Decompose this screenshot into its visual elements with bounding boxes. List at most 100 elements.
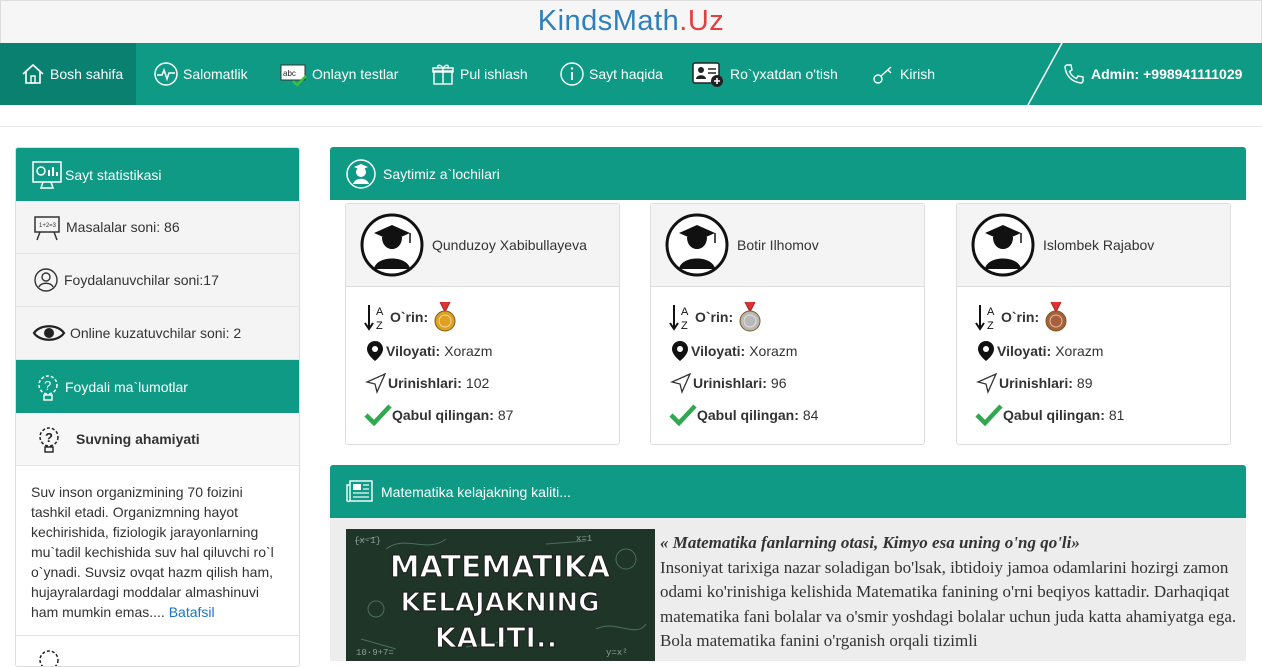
svg-text:10·9+7=: 10·9+7= [356,648,394,658]
article-panel-header[interactable]: Matematika kelajakning kaliti... [330,465,1246,518]
student-rank: AZ O`rin: [669,300,763,334]
divider-slash [1027,43,1063,105]
chalkboard-art: {x-1} x=1 y=x² 10·9+7= MATEMATIKA KELAJAKNI… [346,529,655,661]
student-name: Qunduzoy Xabibullayeva [432,237,587,253]
stats-header: Sayt statistikasi [16,148,299,201]
student-attempts: Urinishlari: 102 [364,371,489,395]
graduate-avatar-icon [360,213,424,277]
sort-az-icon: AZ [364,305,384,332]
read-more-link[interactable]: Batafsil [169,604,215,620]
nav-item-login[interactable]: Kirish [870,43,935,105]
site-logo[interactable]: KindsMath.Uz [1,1,1261,41]
test-checklist-icon: abc [280,64,307,87]
nav-label: Salomatlik [183,66,248,82]
student-region: Viloyati: Xorazm [364,339,492,363]
accepted-label: Qabul qilingan: [392,407,494,423]
divider [0,126,1262,127]
main-nav: Bosh sahifa Salomatlik abc Onlayn testla… [0,43,1262,105]
stats-title: Sayt statistikasi [65,166,162,183]
article-excerpt: Suv inson organizmining 70 foizini tashk… [16,466,299,636]
attempts-value: 102 [465,375,490,391]
image-line-2: KELAJAKNING [400,588,599,618]
accepted-value: 87 [497,407,514,423]
article-header[interactable]: ? Suvning ahamiyati [16,413,299,466]
map-pin-icon [367,341,383,361]
stat-problems: 1+2=3 Masalalar soni: 86 [16,201,299,254]
svg-text:Z: Z [987,320,994,332]
checkmark-icon [669,404,697,427]
stat-online: Online kuzatuvchilar soni: 2 [16,307,299,360]
region-value: Xorazm [749,343,798,359]
logo-bar: KindsMath.Uz [0,0,1262,43]
article-intro: « Matematika fanlarning otasi, Kimyo esa… [660,531,1240,654]
student-card[interactable]: Islombek Rajabov AZ O`rin: Viloyati: Xor… [956,203,1231,445]
attempts-label: Urinishlari: [693,375,767,391]
student-attempts: Urinishlari: 96 [669,371,786,395]
article-panel: Matematika kelajakning kaliti... [330,465,1246,518]
nav-item-register[interactable]: Ro`yxatdan o'tish [692,43,838,105]
accepted-value: 81 [1108,407,1125,423]
region-label: Viloyati: [691,343,746,359]
send-arrow-icon [670,372,692,394]
nav-label: Sayt haqida [589,66,663,82]
region-label: Viloyati: [386,343,441,359]
stat-users: Foydalanuvchilar soni:17 [16,254,299,307]
attempts-label: Urinishlari: [388,375,462,391]
math-chalkboard-image[interactable]: {x-1} x=1 y=x² 10·9+7= MATEMATIKA KELAJAKNI… [346,529,655,661]
nav-item-online-tests[interactable]: abc Onlayn testlar [280,43,398,105]
graduate-icon [346,158,376,189]
next-article-header[interactable] [16,636,299,666]
student-card[interactable]: Botir Ilhomov AZ O`rin: Viloyati: Xorazm… [650,203,925,445]
svg-text:{x-1}: {x-1} [354,536,381,546]
student-region: Viloyati: Xorazm [669,339,797,363]
accepted-value: 84 [802,407,819,423]
svg-text:Z: Z [681,320,688,332]
top-students-header: Saytimiz a`lochilari [330,147,1246,200]
nav-item-home[interactable]: Bosh sahifa [0,43,136,105]
student-card[interactable]: Qunduzoy Xabibullayeva AZ O`rin: Viloyat… [345,203,620,445]
nav-item-earn-money[interactable]: Pul ishlash [430,43,528,105]
accepted-label: Qabul qilingan: [1003,407,1105,423]
lightbulb-question-icon: ? [39,427,59,453]
student-name: Islombek Rajabov [1043,237,1155,253]
heartbeat-icon [154,62,178,86]
image-line-3: KALITI.. [435,621,557,654]
rank-label: O`rin: [695,309,734,325]
attempts-value: 96 [770,375,787,391]
article-quote: « Matematika fanlarning otasi, Kimyo esa… [660,533,1080,552]
attempts-value: 89 [1076,375,1093,391]
eye-icon [32,325,66,341]
admin-phone: Admin: +998941111029 [1091,66,1243,82]
graduate-avatar-icon [971,213,1035,277]
info-icon [560,62,584,86]
svg-text:A: A [376,306,384,318]
lightbulb-question-icon: ? [38,374,58,401]
student-header: Botir Ilhomov [651,204,924,287]
newspaper-icon [346,479,373,502]
svg-text:?: ? [45,430,53,445]
nav-item-health[interactable]: Salomatlik [153,43,248,105]
lightbulb-question-icon [39,650,59,666]
article-text: Suv inson organizmining 70 foizini tashk… [31,484,274,620]
student-header: Islombek Rajabov [957,204,1230,287]
accepted-label: Qabul qilingan: [697,407,799,423]
student-region: Viloyati: Xorazm [975,339,1103,363]
svg-text:1+2=3: 1+2=3 [39,223,57,229]
nav-item-about[interactable]: Sayt haqida [559,43,663,105]
graduate-avatar-icon [665,213,729,277]
key-icon [873,66,892,84]
add-user-icon [692,62,723,87]
nav-label: Ro`yxatdan o'tish [730,66,838,82]
svg-text:abc: abc [283,69,296,78]
svg-text:A: A [987,306,995,318]
checkmark-icon [364,404,392,427]
home-icon [22,63,44,84]
top-students-panel: Saytimiz a`lochilari Qunduzoy Xabibullay… [330,147,1246,447]
article-paragraph: Insoniyat tarixiga nazar soladigan bo'ls… [660,557,1237,651]
admin-contact: Admin: +998941111029 [1062,43,1242,105]
svg-text:A: A [681,306,689,318]
article-title: Suvning ahamiyati [76,431,200,447]
phone-icon [1064,64,1084,84]
checkmark-icon [975,404,1003,427]
svg-text:?: ? [44,378,51,393]
